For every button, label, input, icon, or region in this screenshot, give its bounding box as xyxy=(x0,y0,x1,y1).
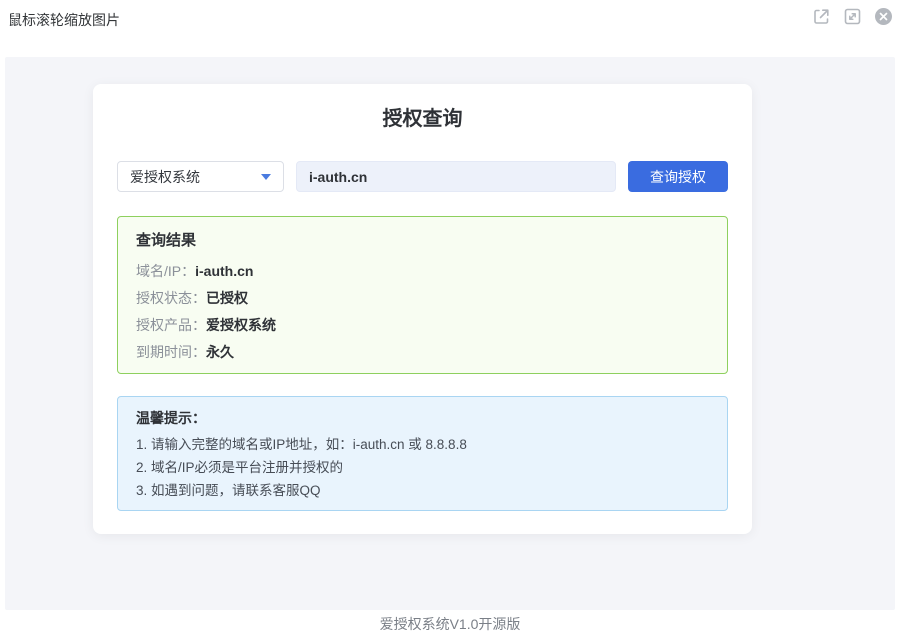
page-title: 授权查询 xyxy=(117,106,728,132)
footer-version-label: 爱授权系统V1.0开源版 xyxy=(0,614,900,634)
result-heading: 查询结果 xyxy=(136,230,709,252)
close-icon[interactable] xyxy=(874,7,893,26)
result-value: 爱授权系统 xyxy=(206,317,276,333)
auth-query-card: 授权查询 爱授权系统 查询授权 查询结果 域名/IP：i-auth.cn 授权状… xyxy=(93,84,752,534)
query-form: 爱授权系统 查询授权 xyxy=(117,161,728,192)
open-in-new-window-icon[interactable] xyxy=(812,7,831,26)
zoom-hint-label: 鼠标滚轮缩放图片 xyxy=(8,10,120,30)
product-select[interactable]: 爱授权系统 xyxy=(117,161,284,192)
result-label: 授权产品： xyxy=(136,317,206,333)
tips-item: 3. 如遇到问题，请联系客服QQ xyxy=(136,479,709,502)
result-label: 到期时间： xyxy=(136,344,206,360)
result-row-domain: 域名/IP：i-auth.cn xyxy=(136,258,709,285)
query-result-box: 查询结果 域名/IP：i-auth.cn 授权状态：已授权 授权产品：爱授权系统… xyxy=(117,216,728,374)
tips-item: 2. 域名/IP必须是平台注册并授权的 xyxy=(136,456,709,479)
toolbar-icon-group xyxy=(812,7,893,26)
tips-item: 1. 请输入完整的域名或IP地址，如：i-auth.cn 或 8.8.8.8 xyxy=(136,433,709,456)
chevron-down-icon xyxy=(261,174,271,180)
domain-input[interactable] xyxy=(296,161,616,192)
result-value: 永久 xyxy=(206,344,234,360)
tips-heading: 温馨提示： xyxy=(136,408,709,429)
fullscreen-icon[interactable] xyxy=(843,7,862,26)
tips-box: 温馨提示： 1. 请输入完整的域名或IP地址，如：i-auth.cn 或 8.8… xyxy=(117,396,728,511)
result-value: i-auth.cn xyxy=(195,263,253,279)
result-label: 域名/IP： xyxy=(136,263,195,279)
result-row-expiry: 到期时间：永久 xyxy=(136,339,709,366)
result-value: 已授权 xyxy=(206,290,248,306)
result-row-status: 授权状态：已授权 xyxy=(136,285,709,312)
query-auth-button[interactable]: 查询授权 xyxy=(628,161,728,192)
result-row-product: 授权产品：爱授权系统 xyxy=(136,312,709,339)
image-viewer-area[interactable]: 授权查询 爱授权系统 查询授权 查询结果 域名/IP：i-auth.cn 授权状… xyxy=(5,57,895,610)
result-label: 授权状态： xyxy=(136,290,206,306)
product-select-value: 爱授权系统 xyxy=(130,167,200,187)
top-toolbar: 鼠标滚轮缩放图片 xyxy=(0,0,900,57)
